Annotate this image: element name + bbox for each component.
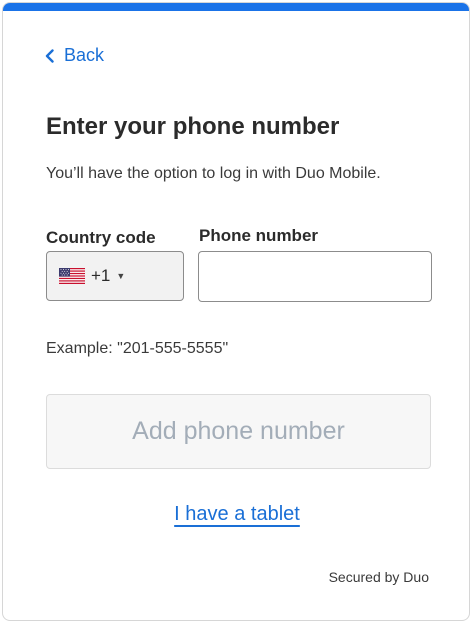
country-code-select[interactable]: +1 ▼ (46, 251, 184, 301)
phone-number-label: Phone number (199, 226, 319, 245)
back-link[interactable]: Back (45, 45, 104, 66)
secured-by-text: Secured by Duo (328, 569, 429, 585)
page-subtitle: You’ll have the option to log in with Du… (46, 165, 381, 182)
page-title: Enter your phone number (46, 113, 340, 140)
phone-number-input[interactable] (198, 251, 432, 302)
tablet-link[interactable]: I have a tablet (174, 503, 300, 525)
country-code-label: Country code (46, 228, 156, 247)
add-phone-button[interactable]: Add phone number (46, 394, 431, 469)
country-code-value: +1 (91, 266, 111, 285)
tablet-link-row: I have a tablet (3, 503, 469, 526)
chevron-left-icon (45, 48, 54, 63)
back-label[interactable]: Back (64, 45, 104, 66)
login-card: Back Enter your phone number You’ll have… (2, 2, 470, 621)
accent-bar (3, 3, 469, 11)
example-hint: Example: "201-555-5555" (46, 340, 229, 357)
caret-down-icon: ▼ (116, 271, 126, 281)
us-flag-icon (59, 268, 85, 284)
